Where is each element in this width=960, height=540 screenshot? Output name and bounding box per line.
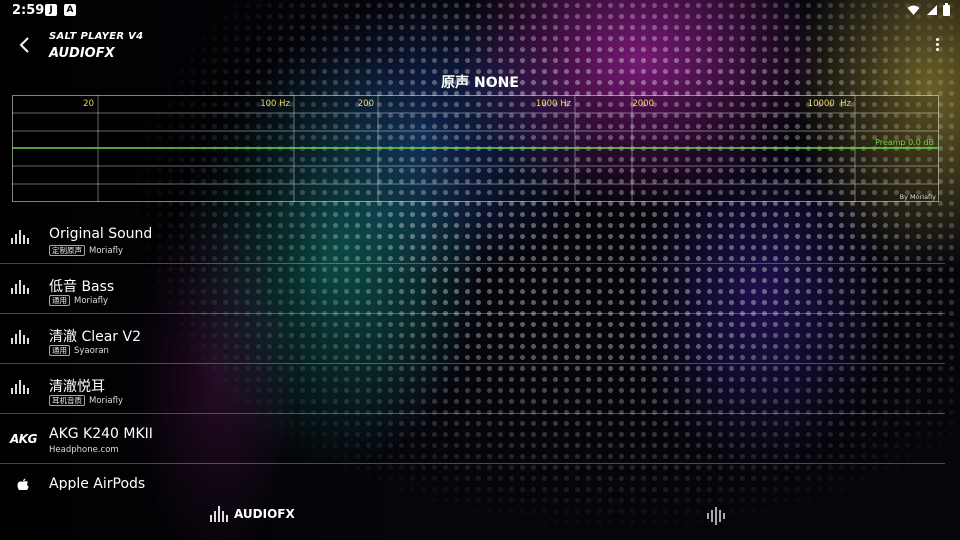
screen-title: AUDIOFX xyxy=(49,46,115,61)
equalizer-bars-icon xyxy=(11,330,35,348)
preset-meta: 定制原声 Moriafly xyxy=(49,245,123,256)
app-name: SALT PLAYER V4 xyxy=(49,31,144,42)
list-item[interactable]: AKG AKG K240 MKII Headphone.com xyxy=(0,414,945,464)
eq-graph[interactable]: 20 100 Hz 200 1000 Hz 2000 10000 Hz Prea… xyxy=(12,95,939,202)
wifi-icon xyxy=(907,5,920,15)
top-app-bar: SALT PLAYER V4 AUDIOFX xyxy=(0,26,960,70)
preset-meta: Headphone.com xyxy=(49,445,119,455)
tab-visualizer[interactable] xyxy=(705,506,727,526)
preset-author: Moriafly xyxy=(74,296,108,306)
list-item[interactable]: Original Sound 定制原声 Moriafly xyxy=(0,214,945,264)
preset-meta: 通用 Syaoran xyxy=(49,345,109,356)
list-item[interactable]: 清澈 Clear V2 通用 Syaoran xyxy=(0,314,945,364)
a-app-icon: A xyxy=(64,4,76,16)
preset-name: 清澈悦耳 xyxy=(49,379,105,395)
preset-name: Apple AirPods xyxy=(49,476,146,490)
preset-author: Syaoran xyxy=(74,346,109,356)
list-item[interactable]: 清澈悦耳 耳机音质 Moriafly xyxy=(0,364,945,414)
status-bar: 2:59 J A xyxy=(0,0,960,22)
status-time: 2:59 xyxy=(12,3,45,18)
preset-name: AKG K240 MKII xyxy=(49,426,153,442)
preset-author: Headphone.com xyxy=(49,445,119,455)
tab-audiofx[interactable]: AUDIOFX xyxy=(210,506,295,522)
apple-logo-icon xyxy=(17,477,41,490)
overflow-menu-icon[interactable] xyxy=(934,38,940,54)
equalizer-bars-icon xyxy=(210,506,228,522)
status-right-icons xyxy=(907,3,950,16)
preset-tag: 耳机音质 xyxy=(49,395,85,406)
preset-author: Moriafly xyxy=(89,396,123,406)
tab-audiofx-label: AUDIOFX xyxy=(234,507,295,521)
eq-graph-svg[interactable]: 20 100 Hz 200 1000 Hz 2000 10000 Hz Prea… xyxy=(12,95,939,202)
akg-logo-icon: AKG xyxy=(10,432,37,446)
eq-freq-label: 1000 Hz xyxy=(536,99,572,109)
eq-freq-label: 2000 xyxy=(632,99,654,109)
signal-icon xyxy=(927,4,937,15)
list-item[interactable]: Apple AirPods xyxy=(0,464,945,490)
preset-meta: 通用 Moriafly xyxy=(49,295,108,306)
preset-author: Moriafly xyxy=(89,246,123,256)
preset-name: Original Sound xyxy=(49,226,153,242)
equalizer-bars-icon xyxy=(11,380,35,398)
preset-name: 清澈 Clear V2 xyxy=(49,329,141,345)
waveform-icon xyxy=(707,507,725,525)
eq-freq-label: 10000 Hz xyxy=(808,99,852,109)
battery-icon xyxy=(943,3,950,16)
preset-tag: 通用 xyxy=(49,295,70,306)
preset-tag: 定制原声 xyxy=(49,245,85,256)
j-app-icon: J xyxy=(45,4,57,16)
preset-meta: 耳机音质 Moriafly xyxy=(49,395,123,406)
preamp-label: Preamp 0.0 dB xyxy=(875,138,934,147)
current-preset-title: 原声 NONE xyxy=(441,75,519,91)
eq-author: By Moriafly xyxy=(900,193,937,201)
preset-list[interactable]: Original Sound 定制原声 Moriafly 低音 Bass 通用 Mo… xyxy=(0,214,945,490)
list-item[interactable]: 低音 Bass 通用 Moriafly xyxy=(0,264,945,314)
eq-freq-label: 100 Hz xyxy=(260,99,290,109)
equalizer-bars-icon xyxy=(11,280,35,298)
preset-name: 低音 Bass xyxy=(49,279,115,295)
back-arrow-icon[interactable] xyxy=(14,34,36,56)
preset-tag: 通用 xyxy=(49,345,70,356)
bottom-navigation: AUDIOFX xyxy=(0,492,960,540)
eq-freq-label: 200 xyxy=(358,99,374,109)
equalizer-bars-icon xyxy=(11,230,35,248)
eq-freq-label: 20 xyxy=(83,99,94,109)
